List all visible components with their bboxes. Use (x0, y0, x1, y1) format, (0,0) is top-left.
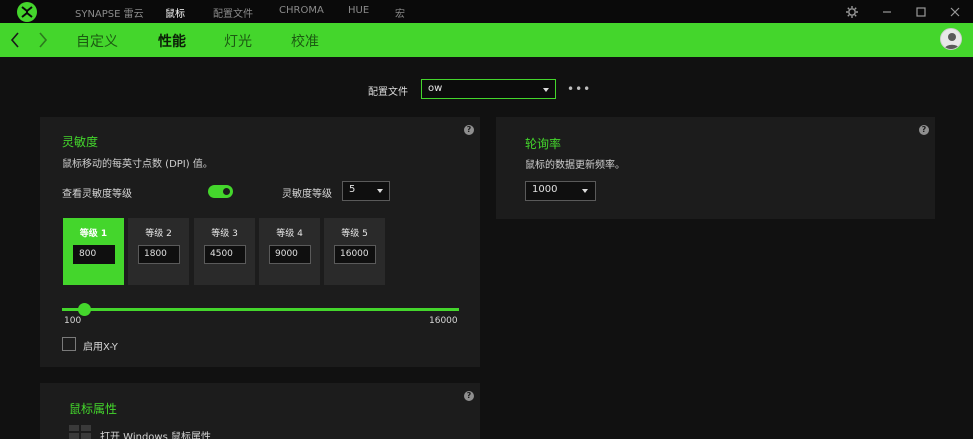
menu-synapse[interactable]: SYNAPSE 雷云 (75, 5, 144, 20)
polling-rate-value: 1000 (532, 184, 558, 195)
sensitivity-panel: ? 灵敏度 鼠标移动的每英寸点数 (DPI) 值。 查看灵敏度等级 灵敏度等级 … (40, 117, 480, 367)
forward-arrow-icon[interactable] (36, 30, 50, 50)
mouse-properties-title: 鼠标属性 (69, 402, 118, 416)
help-icon[interactable]: ? (919, 125, 929, 135)
stage-name: 等级 2 (145, 229, 172, 239)
profile-dropdown[interactable]: ow (421, 79, 556, 99)
stage-name: 等级 5 (341, 229, 368, 239)
dpi-stage-3[interactable]: 等级 3 4500 (194, 218, 255, 285)
settings-gear-icon[interactable] (844, 4, 860, 20)
menu-chroma[interactable]: CHROMA (279, 5, 324, 16)
stage-dpi-input[interactable]: 16000 (334, 245, 376, 264)
razer-logo-icon (17, 2, 37, 22)
menu-mouse[interactable]: 鼠标 (165, 5, 185, 20)
polling-rate-title: 轮询率 (525, 137, 562, 151)
menu-hue[interactable]: HUE (348, 5, 369, 16)
stage-name: 等级 1 (79, 229, 108, 239)
menu-profiles[interactable]: 配置文件 (213, 5, 253, 20)
stage-dpi-input[interactable]: 800 (73, 245, 115, 264)
show-stages-label: 查看灵敏度等级 (62, 189, 132, 200)
stage-count-dropdown[interactable]: 5 (342, 181, 390, 201)
dpi-stage-5[interactable]: 等级 5 16000 (324, 218, 385, 285)
stage-dpi-input[interactable]: 9000 (269, 245, 311, 264)
tab-customize[interactable]: 自定义 (76, 31, 118, 51)
stage-name: 等级 3 (211, 229, 238, 239)
stage-name: 等级 4 (276, 229, 303, 239)
menu-macro[interactable]: 宏 (395, 5, 405, 20)
enable-xy-checkbox[interactable] (62, 337, 76, 351)
user-avatar[interactable] (940, 28, 962, 50)
back-arrow-icon[interactable] (8, 30, 22, 50)
dpi-slider-thumb[interactable] (78, 303, 91, 316)
chevron-down-icon (582, 189, 588, 193)
tab-calibration[interactable]: 校准 (291, 31, 319, 51)
mouse-properties-panel: ? 鼠标属性 打开 Windows 鼠标属性 (40, 383, 480, 439)
sensitivity-description: 鼠标移动的每英寸点数 (DPI) 值。 (62, 159, 213, 170)
stage-dpi-input[interactable]: 4500 (204, 245, 246, 264)
dpi-stage-4[interactable]: 等级 4 9000 (259, 218, 320, 285)
polling-rate-panel: ? 轮询率 鼠标的数据更新频率。 1000 (496, 117, 935, 219)
slider-min-label: 100 (64, 316, 82, 326)
stage-count-label: 灵敏度等级 (282, 189, 332, 200)
help-icon[interactable]: ? (464, 125, 474, 135)
polling-rate-dropdown[interactable]: 1000 (525, 181, 596, 201)
show-stages-toggle[interactable] (208, 185, 233, 198)
dpi-stage-2[interactable]: 等级 2 1800 (128, 218, 189, 285)
close-icon[interactable] (947, 4, 963, 20)
tab-lighting[interactable]: 灯光 (224, 31, 252, 51)
profile-value: ow (428, 83, 443, 94)
polling-rate-description: 鼠标的数据更新频率。 (525, 160, 625, 171)
chevron-down-icon (543, 88, 549, 92)
nav-bar: 自定义 性能 灯光 校准 (0, 23, 973, 57)
stage-dpi-input[interactable]: 1800 (138, 245, 180, 264)
tab-performance[interactable]: 性能 (158, 31, 186, 51)
chevron-down-icon (377, 189, 383, 193)
maximize-icon[interactable] (913, 4, 929, 20)
open-windows-mouse-properties-link[interactable]: 打开 Windows 鼠标属性 (100, 428, 211, 439)
stage-count-value: 5 (349, 184, 356, 195)
profile-more-button[interactable]: ••• (567, 82, 591, 96)
enable-xy-label: 启用X-Y (83, 342, 118, 353)
dpi-slider-track[interactable] (62, 308, 459, 311)
minimize-icon[interactable] (879, 4, 895, 20)
user-icon (944, 33, 960, 49)
profile-label: 配置文件 (368, 87, 408, 98)
sensitivity-title: 灵敏度 (62, 135, 99, 149)
title-bar: SYNAPSE 雷云 鼠标 配置文件 CHROMA HUE 宏 (0, 0, 973, 23)
dpi-stage-1[interactable]: 等级 1 800 (63, 218, 124, 285)
slider-max-label: 16000 (429, 316, 458, 326)
windows-logo-icon (69, 425, 91, 439)
help-icon[interactable]: ? (464, 391, 474, 401)
